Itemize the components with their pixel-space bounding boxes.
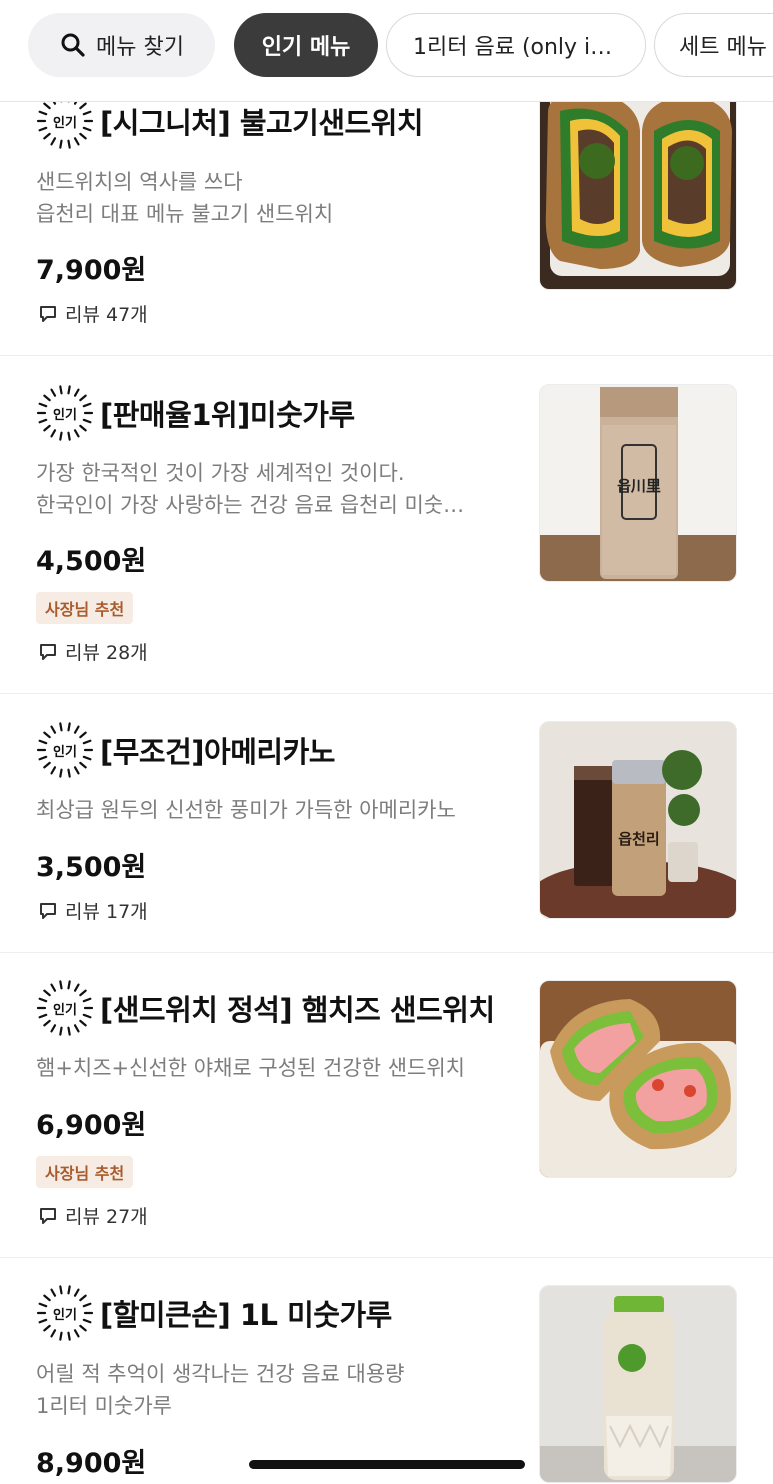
popular-badge-icon: 인기: [36, 721, 94, 779]
comment-icon: [40, 643, 56, 660]
home-indicator: [249, 1460, 525, 1469]
menu-search-button[interactable]: 메뉴 찾기: [28, 13, 215, 77]
cup-logo-text: 읍천리: [618, 830, 659, 848]
americano-image: 읍천리: [539, 721, 737, 919]
menu-item-description: 샌드위치의 역사를 쓰다: [36, 170, 243, 194]
menu-item-title: [시그니처] 불고기샌드위치: [100, 106, 424, 140]
comment-icon: [40, 305, 56, 322]
cup-logo-text: 읍川里: [617, 477, 661, 495]
chip-one-liter-drinks[interactable]: 1리터 음료 (only i…: [386, 13, 646, 77]
menu-item[interactable]: 인기 [시그니처] 불고기샌드위치 샌드위치의 역사를 쓰다 읍천리 대표 메뉴…: [0, 90, 773, 356]
menu-item[interactable]: 인기 [샌드위치 정석] 햄치즈 샌드위치 햄+치즈+신선한 야채로 구성된 건…: [0, 953, 773, 1258]
popular-badge-icon: 인기: [36, 979, 94, 1037]
menu-item[interactable]: 인기 [판매율1위]미숫가루 가장 한국적인 것이 가장 세계적인 것이다. 한…: [0, 356, 773, 694]
menu-item-title: [할미큰손] 1L 미숫가루: [100, 1298, 392, 1332]
menu-item[interactable]: 인기 [무조건]아메리카노 최상급 원두의 신선한 풍미가 가득한 아메리카노 …: [0, 694, 773, 953]
menu-item-price: 3,500원: [36, 852, 147, 883]
menu-item[interactable]: 인기 [할미큰손] 1L 미숫가루 어릴 적 추억이 생각나는 건강 음료 대용…: [0, 1258, 773, 1484]
menu-item-price: 8,900원: [36, 1448, 147, 1479]
menu-item-description: 가장 한국적인 것이 가장 세계적인 것이다.: [36, 461, 405, 485]
menu-item-description: 햄+치즈+신선한 야채로 구성된 건강한 샌드위치: [36, 1056, 465, 1080]
review-label: 리뷰 27개: [65, 1206, 148, 1228]
review-label: 리뷰 47개: [65, 304, 148, 326]
menu-item-title-row: 인기 [할미큰손] 1L 미숫가루: [36, 1284, 392, 1342]
chip-popular-menu[interactable]: 인기 메뉴: [234, 13, 378, 77]
owner-recommend-badge: 사장님 추천: [36, 592, 134, 624]
menu-item-review-count: 리뷰 28개: [38, 638, 148, 665]
menu-item-title: [판매율1위]미숫가루: [100, 398, 355, 432]
menu-item-title: [무조건]아메리카노: [100, 735, 335, 769]
misutgaru-image: 읍川里: [539, 384, 737, 582]
review-label: 리뷰 17개: [65, 901, 148, 923]
menu-item-price: 7,900원: [36, 255, 147, 286]
owner-recommend-badge: 사장님 추천: [36, 1156, 134, 1188]
menu-item-description: 읍천리 대표 메뉴 불고기 샌드위치: [36, 202, 334, 226]
menu-item-title: [샌드위치 정석] 햄치즈 샌드위치: [100, 993, 495, 1027]
menu-item-review-count: 리뷰 47개: [38, 300, 148, 327]
chip-set-menu[interactable]: 세트 메뉴: [654, 13, 773, 77]
popular-badge-icon: 인기: [36, 384, 94, 442]
menu-item-description: 1리터 미숫가루: [36, 1394, 172, 1418]
review-label: 리뷰 28개: [65, 642, 148, 664]
ham-cheese-sandwich-image: [539, 980, 737, 1178]
popular-badge-icon: 인기: [36, 1284, 94, 1342]
comment-icon: [40, 1207, 56, 1224]
menu-list: 인기 [시그니처] 불고기샌드위치 샌드위치의 역사를 쓰다 읍천리 대표 메뉴…: [0, 90, 773, 1484]
category-chip-bar: 메뉴 찾기 인기 메뉴 1리터 음료 (only i… 세트 메뉴: [0, 0, 773, 102]
bulgogi-sandwich-image: [539, 90, 737, 290]
search-label: 메뉴 찾기: [96, 35, 184, 60]
menu-item-description: 최상급 원두의 신선한 풍미가 가득한 아메리카노: [36, 798, 456, 822]
one-liter-misutgaru-image: [539, 1285, 737, 1483]
menu-item-description: 한국인이 가장 사랑하는 건강 음료 읍천리 미숫…: [36, 493, 465, 517]
menu-item-title-row: 인기 [샌드위치 정석] 햄치즈 샌드위치: [36, 979, 495, 1037]
menu-item-price: 6,900원: [36, 1110, 147, 1141]
chip-popular-label: 인기 메뉴: [261, 35, 351, 60]
menu-item-price: 4,500원: [36, 546, 147, 577]
menu-item-title-row: 인기 [판매율1위]미숫가루: [36, 384, 355, 442]
comment-icon: [40, 902, 56, 919]
chip-set-label: 세트 메뉴: [679, 35, 767, 60]
chip-one-liter-label: 1리터 음료 (only i…: [413, 35, 613, 60]
menu-item-review-count: 리뷰 17개: [38, 897, 148, 924]
search-icon: [61, 33, 85, 57]
menu-item-title-row: 인기 [무조건]아메리카노: [36, 721, 335, 779]
menu-item-review-count: 리뷰 27개: [38, 1202, 148, 1229]
menu-item-description: 어릴 적 추억이 생각나는 건강 음료 대용량: [36, 1362, 405, 1386]
